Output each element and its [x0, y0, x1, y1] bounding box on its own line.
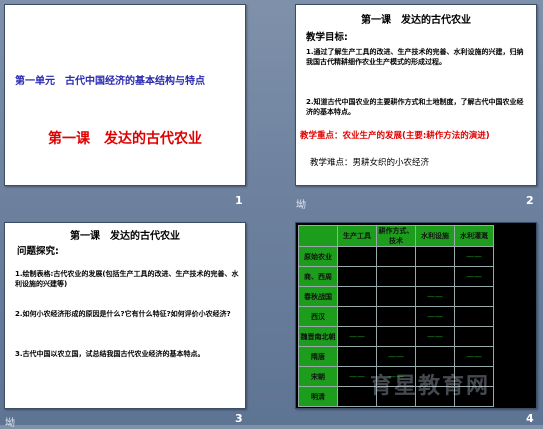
header-cell: 生产工具 — [337, 225, 377, 247]
difficulty: 教学难点：男耕女织的小农经济 — [310, 158, 430, 168]
row-label: 商、西周 — [298, 266, 338, 287]
slide-thumbnail-2[interactable]: 第一课 发达的古代农业 教学目标: 1.通过了解生产工具的改进、生产技术的完善、… — [295, 4, 537, 186]
table-cell — [454, 306, 494, 327]
row-label: 明清 — [298, 386, 338, 407]
table-cell — [337, 266, 377, 287]
table-cell: —— — [337, 326, 377, 347]
question-1: 1.绘制表格:古代农业的发展(包括生产工具的改进、生产技术的完善、水利设施的兴建… — [15, 270, 239, 288]
row-label: 魏晋南北朝 — [298, 326, 338, 347]
table-cell — [376, 306, 416, 327]
slide-note-2: 坳 — [296, 200, 306, 211]
table-row: 隋唐 —— —— — [298, 346, 494, 367]
table-cell — [337, 346, 377, 367]
watermark: 育星教育网 — [370, 374, 491, 399]
table-cell: —— — [454, 346, 494, 367]
table-cell — [376, 266, 416, 287]
goal-1: 1.通过了解生产工具的改进、生产技术的完善、水利设施的兴建，归纳我国古代精耕细作… — [306, 48, 524, 66]
table-cell — [415, 346, 455, 367]
table-cell: —— — [415, 306, 455, 327]
slide-number-4: 4 — [526, 412, 534, 425]
slide-thumbnail-3[interactable]: 第一课 发达的古代农业 问题探究: 1.绘制表格:古代农业的发展(包括生产工具的… — [4, 222, 246, 409]
table-cell — [454, 286, 494, 307]
table-cell — [454, 326, 494, 347]
table-row: 春秋战国 —— — [298, 286, 494, 307]
table-header-row: 生产工具 耕作方式、技术 水利设施 水利灌溉 — [298, 225, 494, 247]
table-cell — [337, 286, 377, 307]
slide-number-1: 1 — [235, 194, 243, 207]
key-point: 教学重点：农业生产的发展(主要:耕作方法的演进) — [300, 131, 490, 141]
question-2: 2.如何小农经济形成的原因是什么?它有什么特征?如何评价小农经济? — [15, 310, 231, 318]
lesson-title: 第一课 发达的古代农业 — [48, 131, 202, 147]
table-row: 西汉 —— — [298, 306, 494, 327]
table-row: 魏晋南北朝 —— —— — [298, 326, 494, 347]
slide-thumbnail-1[interactable]: 第一单元 古代中国经济的基本结构与特点 第一课 发达的古代农业 — [4, 4, 246, 186]
slide-number-3: 3 — [235, 412, 243, 425]
row-label: 隋唐 — [298, 346, 338, 367]
question-3: 3.古代中国以农立国，试总结我国古代农业经济的基本特点。 — [15, 350, 205, 358]
table-cell — [376, 246, 416, 267]
table-cell — [376, 286, 416, 307]
header-cell: 水利灌溉 — [454, 225, 494, 247]
slide-title: 第一课 发达的古代农业 — [361, 15, 471, 26]
table-cell: —— — [454, 266, 494, 287]
row-label: 宋朝 — [298, 366, 338, 387]
table-cell — [337, 306, 377, 327]
table-cell: —— — [415, 326, 455, 347]
row-label: 春秋战国 — [298, 286, 338, 307]
table-row: 商、西周 —— — [298, 266, 494, 287]
slide-title: 第一课 发达的古代农业 — [70, 231, 180, 242]
header-cell: 水利设施 — [415, 225, 455, 247]
table-cell: —— — [415, 286, 455, 307]
question-label: 问题探究: — [17, 246, 59, 257]
header-cell — [298, 225, 338, 247]
table-row: 原始农业 —— — [298, 246, 494, 267]
slide-number-2: 2 — [526, 194, 534, 207]
unit-title: 第一单元 古代中国经济的基本结构与特点 — [15, 76, 205, 87]
header-cell: 耕作方式、技术 — [376, 225, 416, 247]
table-cell — [415, 266, 455, 287]
table-cell: —— — [376, 346, 416, 367]
table-cell — [337, 246, 377, 267]
table-cell: —— — [454, 246, 494, 267]
goal-label: 教学目标: — [306, 32, 348, 43]
row-label: 西汉 — [298, 306, 338, 327]
slide-note-3: 坳 — [5, 418, 15, 429]
table-cell — [415, 246, 455, 267]
table-cell — [376, 326, 416, 347]
goal-2: 2.知道古代中国农业的主要耕作方式和土地制度，了解古代中国农业经济的基本特点。 — [306, 98, 524, 116]
row-label: 原始农业 — [298, 246, 338, 267]
